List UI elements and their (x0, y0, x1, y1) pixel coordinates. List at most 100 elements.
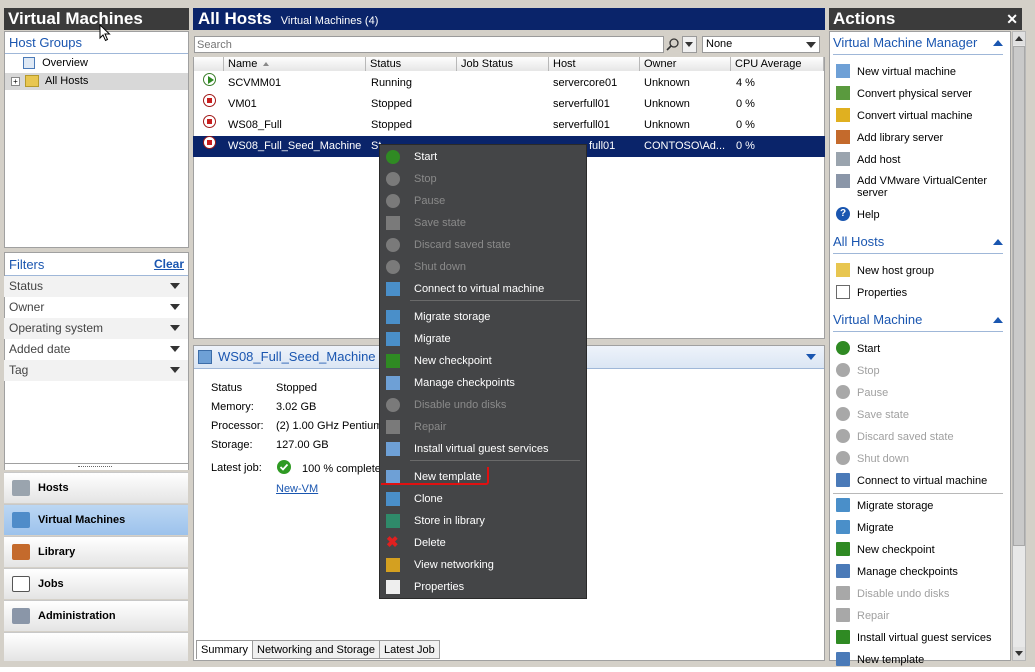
menu-item-undo-disks[interactable]: Disable undo disks (380, 394, 586, 416)
nav-hosts[interactable]: Hosts (4, 472, 188, 503)
tree-item-all-hosts[interactable]: + All Hosts (5, 73, 188, 90)
column-header-status[interactable]: Status (366, 57, 457, 71)
administration-icon (12, 608, 30, 624)
guest-services-icon (386, 442, 400, 456)
menu-item-repair[interactable]: Repair (380, 416, 586, 438)
filter-tag[interactable]: Tag (4, 360, 188, 381)
menu-item-migrate[interactable]: Migrate (380, 328, 586, 350)
install-guest-services-icon (836, 630, 850, 644)
filter-status[interactable]: Status (4, 276, 188, 297)
actions-section-vmm-title: Virtual Machine Manager (833, 35, 978, 50)
menu-item-clone[interactable]: Clone (380, 488, 586, 510)
action-label: Properties (857, 287, 908, 299)
tab-latest-job[interactable]: Latest Job (379, 640, 440, 659)
cell-host: serverfull01 (553, 98, 610, 110)
details-field-label: Memory: (211, 401, 254, 413)
nav-virtual-machines[interactable]: Virtual Machines (4, 504, 188, 535)
action-label: Shut down (857, 453, 909, 465)
close-icon[interactable]: ✕ (1006, 8, 1018, 30)
table-row[interactable]: WS08_Full Stopped serverfull01 Unknown 0… (193, 115, 825, 136)
menu-item-label: Disable undo disks (414, 399, 507, 411)
tab-networking-label: Networking and Storage (257, 644, 376, 656)
action-label: Start (857, 343, 881, 355)
menu-item-connect[interactable]: Connect to virtual machine (380, 278, 586, 300)
scroll-up-button[interactable] (1013, 32, 1025, 45)
menu-item-label: Manage checkpoints (414, 377, 515, 389)
jobs-icon (12, 576, 30, 592)
menu-item-stop[interactable]: Stop (380, 168, 586, 190)
actions-section-all-hosts[interactable]: All Hosts (833, 234, 1008, 252)
action-label: Discard saved state (857, 431, 954, 443)
overview-icon (23, 57, 35, 70)
table-row[interactable]: SCVMM01 Running servercore01 Unknown 4 % (193, 73, 825, 94)
search-input[interactable] (194, 36, 664, 53)
connect-to-vm-icon (836, 473, 850, 487)
host-groups-divider (5, 53, 188, 54)
nav-jobs[interactable]: Jobs (4, 568, 188, 599)
filter-select[interactable]: None (702, 36, 820, 53)
menu-item-delete[interactable]: ✖ Delete (380, 532, 586, 554)
networking-icon (386, 558, 400, 572)
folder-icon (25, 75, 39, 87)
scroll-thumb[interactable] (1013, 46, 1025, 546)
menu-item-store-library[interactable]: Store in library (380, 510, 586, 532)
search-icon[interactable] (665, 36, 681, 53)
menu-item-migrate-storage[interactable]: Migrate storage (380, 306, 586, 328)
menu-item-manage-checkpoints[interactable]: Manage checkpoints (380, 372, 586, 394)
action-label: Pause (857, 387, 889, 399)
filter-select-value: None (706, 38, 733, 50)
table-row[interactable]: VM01 Stopped serverfull01 Unknown 0 % (193, 94, 825, 115)
filter-added-date[interactable]: Added date (4, 339, 188, 360)
menu-item-start[interactable]: Start (380, 146, 586, 168)
filter-operating-system[interactable]: Operating system (4, 318, 188, 339)
tree-item-overview[interactable]: Overview (23, 55, 88, 72)
nav-administration[interactable]: Administration (4, 600, 188, 631)
column-job-status-label: Job Status (461, 58, 513, 70)
actions-separator (833, 493, 1003, 494)
action-label: New checkpoint (857, 544, 935, 556)
action-label: Help (857, 209, 880, 221)
column-header-cpu-average[interactable]: CPU Average (731, 57, 824, 71)
menu-item-shutdown[interactable]: Shut down (380, 256, 586, 278)
clear-filters-link[interactable]: Clear (154, 257, 184, 271)
menu-item-properties[interactable]: Properties (380, 576, 586, 598)
menu-item-discard[interactable]: Discard saved state (380, 234, 586, 256)
filter-os-label: Operating system (9, 321, 104, 335)
column-cpu-label: CPU Average (735, 58, 802, 70)
cell-status: Running (371, 77, 412, 89)
nav-library[interactable]: Library (4, 536, 188, 567)
search-dropdown-button[interactable] (682, 36, 697, 53)
column-header-job-status[interactable]: Job Status (457, 57, 549, 71)
nav-jobs-label: Jobs (38, 578, 64, 590)
column-header-owner[interactable]: Owner (640, 57, 731, 71)
virtual-machines-icon (12, 512, 30, 528)
menu-item-save-state[interactable]: Save state (380, 212, 586, 234)
latest-job-label: Latest job: (211, 462, 262, 474)
cell-cpu: 4 % (736, 77, 755, 89)
menu-separator (410, 300, 580, 301)
filter-added-date-label: Added date (9, 342, 71, 356)
tab-networking-and-storage[interactable]: Networking and Storage (252, 640, 381, 659)
collapse-details-icon[interactable] (806, 354, 816, 360)
main-title-bar: All Hosts Virtual Machines (4) (193, 8, 825, 30)
tree-expand-icon[interactable]: + (11, 77, 20, 86)
column-header-icon[interactable] (194, 57, 224, 71)
menu-item-guest-services[interactable]: Install virtual guest services (380, 438, 586, 460)
menu-item-pause[interactable]: Pause (380, 190, 586, 212)
column-header-host[interactable]: Host (549, 57, 640, 71)
actions-section-virtual-machine[interactable]: Virtual Machine (833, 312, 1008, 330)
filter-owner[interactable]: Owner (4, 297, 188, 318)
menu-item-networking[interactable]: View networking (380, 554, 586, 576)
nav-footer (4, 632, 188, 661)
scroll-down-button[interactable] (1013, 647, 1025, 660)
tab-summary[interactable]: Summary (196, 640, 254, 659)
actions-section-vmm[interactable]: Virtual Machine Manager (833, 35, 1008, 53)
column-header-name[interactable]: Name (224, 57, 366, 71)
left-panel-title: Virtual Machines (4, 8, 189, 30)
add-host-icon (836, 152, 850, 166)
nav-hosts-label: Hosts (38, 482, 69, 494)
manage-checkpoints-icon (836, 564, 850, 578)
latest-job-link[interactable]: New-VM (276, 483, 318, 495)
menu-item-checkpoint[interactable]: New checkpoint (380, 350, 586, 372)
filters-heading: Filters (9, 257, 45, 272)
